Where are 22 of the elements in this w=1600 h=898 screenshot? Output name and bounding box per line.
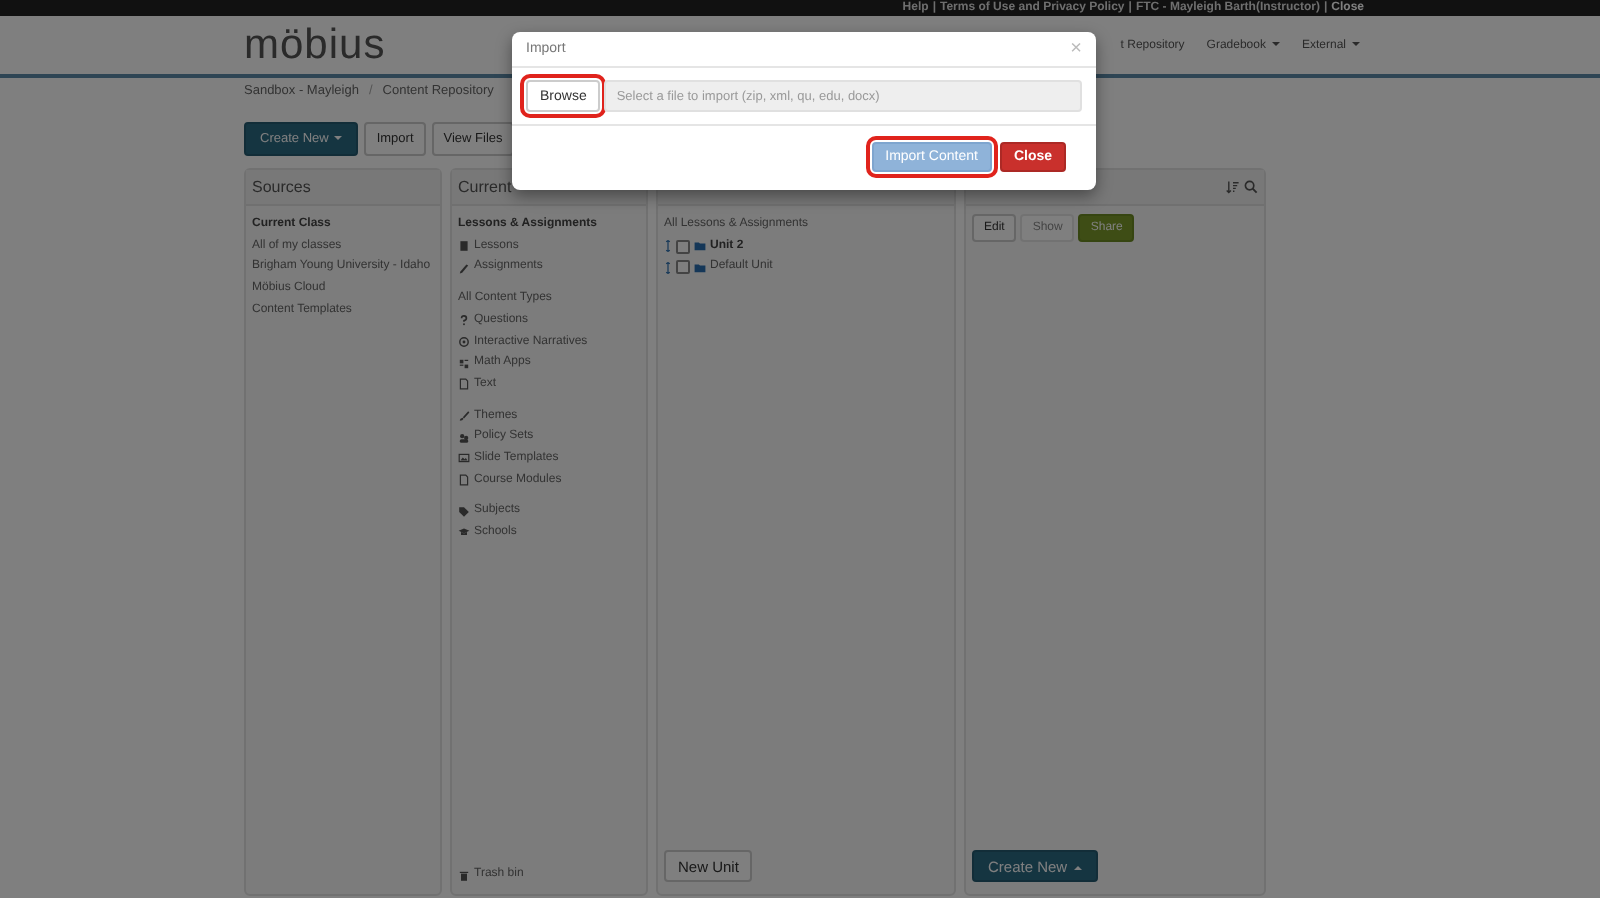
brush-icon [458,409,470,422]
people-icon [458,431,470,444]
checkbox[interactable] [676,239,690,254]
pencil-icon [458,261,470,274]
question-icon [458,314,470,327]
logo[interactable]: möbius [244,24,386,66]
trash-icon [458,869,470,882]
panel-title: Current [458,178,512,196]
document-icon [458,474,470,487]
cap-icon [458,526,470,539]
tag-icon [458,505,470,518]
document-icon [458,378,470,391]
drag-handle-icon [664,240,672,253]
search-icon[interactable] [1244,180,1258,194]
grid-icon [458,357,470,370]
book-icon [458,240,470,253]
sort-icon[interactable] [1226,180,1240,194]
checkbox[interactable] [676,260,690,275]
panel-title: Sources [252,178,311,196]
close-icon[interactable]: × [1070,39,1082,59]
drag-handle-icon [664,261,672,274]
image-icon [458,452,470,465]
